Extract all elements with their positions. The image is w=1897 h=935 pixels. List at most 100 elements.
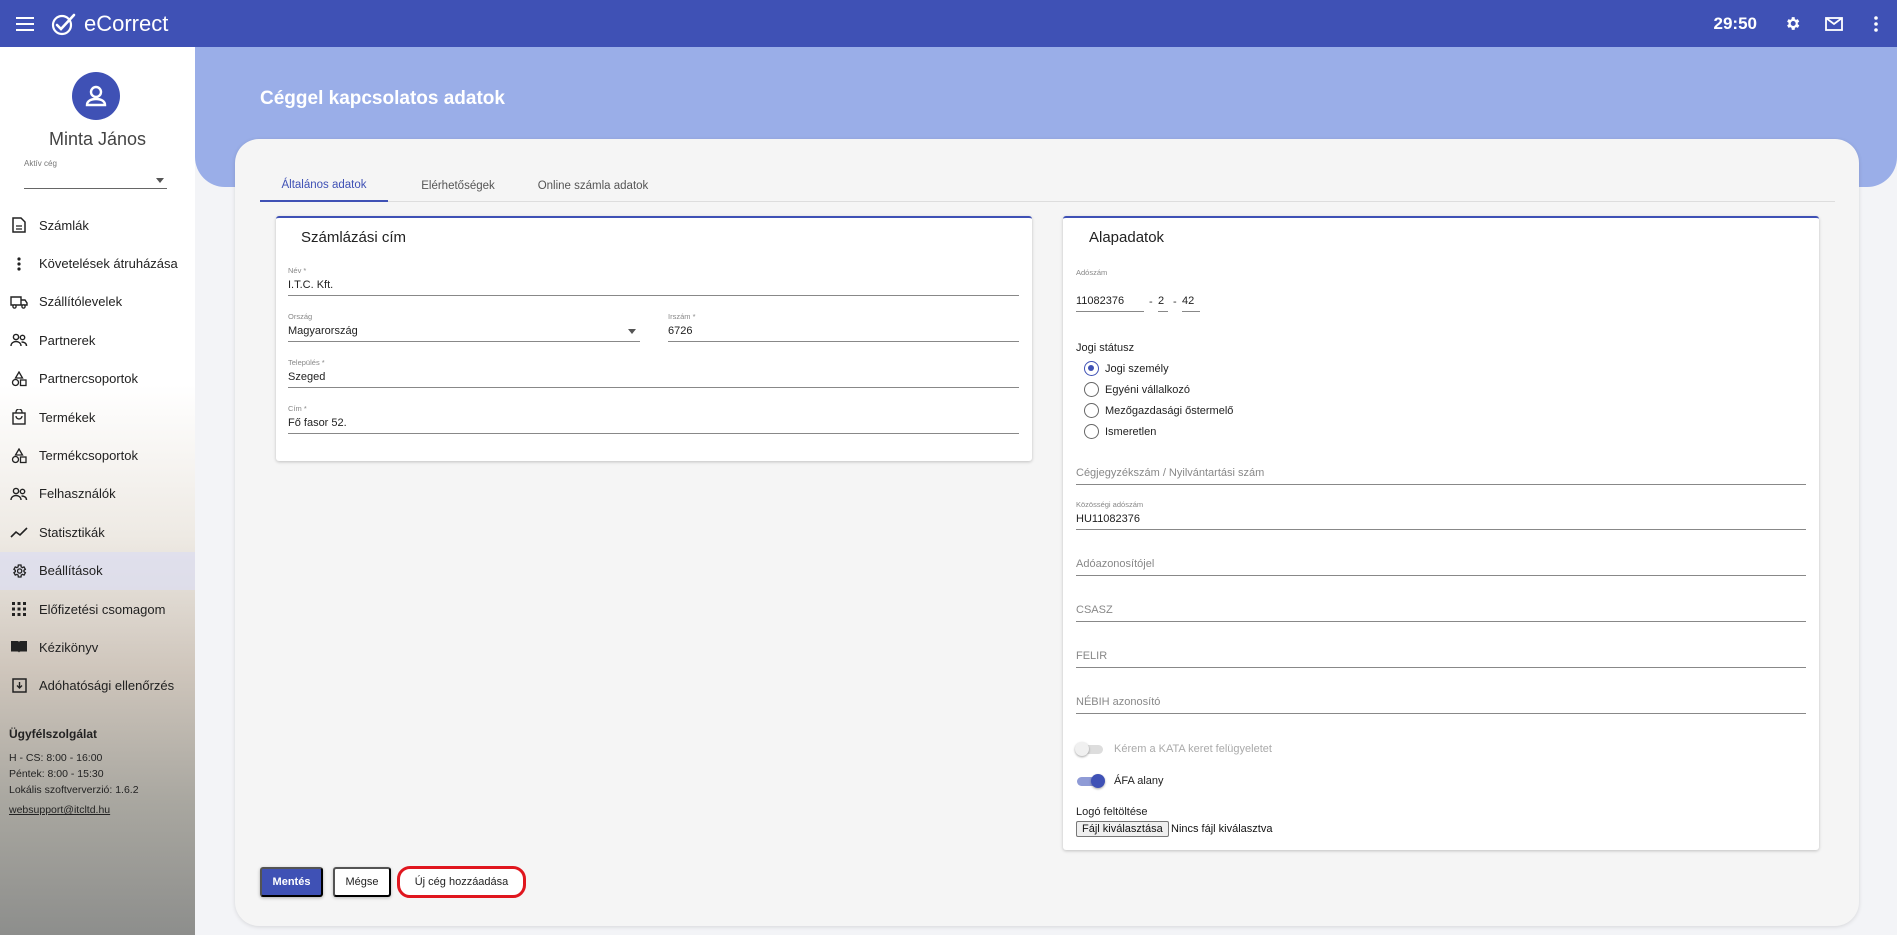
file-choose-button[interactable]: Fájl kiválasztása (1076, 821, 1169, 837)
sidebar-item-label: Felhasználók (39, 486, 116, 502)
support-info: Ügyfélszolgálat H - CS: 8:00 - 16:00 Pén… (9, 727, 139, 816)
logo-upload-label: Logó feltöltése (1076, 806, 1148, 818)
book-icon (10, 638, 28, 656)
sidebar-item-termekek[interactable]: Termékek (0, 398, 195, 436)
sidebar-item-label: Partnercsoportok (39, 371, 138, 387)
radio-button-checked[interactable] (1084, 361, 1099, 376)
gear-icon (10, 562, 28, 580)
radio-ismeretlen[interactable]: Ismeretlen (1084, 424, 1156, 439)
tax-id-placeholder: Adóazonosítójel (1076, 558, 1155, 570)
name-field-value: I.T.C. Kft. (288, 279, 334, 291)
felir-field[interactable]: FELIR (1076, 645, 1806, 668)
radio-button[interactable] (1084, 403, 1099, 418)
shapes-icon (10, 447, 28, 465)
sidebar-item-kezikonyv[interactable]: Kézikönyv (0, 628, 195, 666)
felir-placeholder: FELIR (1076, 650, 1108, 662)
tax-number-part2[interactable]: 2 (1158, 292, 1168, 312)
csasz-field[interactable]: CSASZ (1076, 599, 1806, 622)
sidebar-item-partnerek[interactable]: Partnerek (0, 321, 195, 359)
tax-separator: - (1173, 296, 1177, 308)
sidebar-item-szallitolevelek[interactable]: Szállítólevelek (0, 283, 195, 321)
sidebar-item-partnercsoportok[interactable]: Partnercsoportok (0, 360, 195, 398)
people-icon (10, 485, 28, 503)
sidebar-item-beallitasok[interactable]: Beállítások (0, 551, 195, 590)
grid-icon (10, 600, 28, 618)
tax-number-part1[interactable]: 11082376 (1076, 292, 1144, 312)
name-field[interactable]: Név * I.T.C. Kft. (288, 264, 1019, 296)
sidebar-item-koveteles-atruhazas[interactable]: Követelések átruházása (0, 244, 195, 282)
tax-number-part1-value: 11082376 (1076, 295, 1125, 307)
sidebar-item-label: Szállítólevelek (39, 294, 123, 310)
sidebar-item-label: Követelések átruházása (39, 256, 178, 272)
avatar[interactable] (72, 72, 120, 120)
tax-number-part3[interactable]: 42 (1182, 292, 1200, 312)
eu-tax-number-field[interactable]: Közösségi adószám HU11082376 (1076, 498, 1806, 530)
support-hours-friday: Péntek: 8:00 - 15:30 (9, 768, 104, 780)
sidebar-item-label: Partnerek (39, 332, 96, 348)
billing-panel-title: Számlázási cím (301, 229, 407, 246)
radio-label: Jogi személy (1105, 362, 1169, 375)
radio-button[interactable] (1084, 424, 1099, 439)
tax-id-field[interactable]: Adóazonosítójel (1076, 553, 1806, 576)
radio-button[interactable] (1084, 382, 1099, 397)
country-select-value: Magyarország (288, 325, 358, 337)
tax-number-label: Adószám (1076, 268, 1108, 277)
country-select[interactable]: Ország Magyarország (288, 310, 640, 342)
radio-egyeni-vallalkozo[interactable]: Egyéni vállalkozó (1084, 382, 1190, 397)
tab-altalanos-adatok[interactable]: Általános adatok (260, 169, 388, 202)
nebih-placeholder: NÉBIH azonosító (1076, 696, 1161, 708)
zip-field[interactable]: Irszám * 6726 (668, 310, 1019, 342)
city-field-label: Település * (288, 358, 325, 367)
csasz-placeholder: CSASZ (1076, 604, 1113, 616)
app-logo[interactable]: eCorrect (50, 11, 168, 37)
address-field-label: Cím * (288, 404, 307, 413)
afa-toggle[interactable] (1075, 774, 1105, 788)
shapes-icon (10, 370, 28, 388)
sidebar-item-adohatosagi[interactable]: Adóhatósági ellenőrzés (0, 667, 195, 705)
more-vert-icon[interactable] (1855, 0, 1897, 47)
user-name: Minta János (48, 129, 147, 149)
truck-icon (10, 293, 28, 311)
registration-number-placeholder: Cégjegyzékszám / Nyilvántartási szám (1076, 467, 1265, 479)
chevron-down-icon (156, 178, 164, 183)
trending-icon (10, 523, 28, 541)
radio-mezogazdasagi-ostermelo[interactable]: Mezőgazdasági őstermelő (1084, 403, 1233, 418)
people-icon (10, 331, 28, 349)
support-hours-weekdays: H - CS: 8:00 - 16:00 (9, 752, 103, 764)
radio-label: Ismeretlen (1105, 425, 1157, 438)
page-title: Céggel kapcsolatos adatok (260, 88, 505, 109)
support-email-link[interactable]: websupport@itcltd.hu (9, 804, 139, 816)
tab-online-szamla-adatok[interactable]: Online számla adatok (528, 169, 658, 202)
nebih-field[interactable]: NÉBIH azonosító (1076, 691, 1806, 714)
eu-tax-number-value: HU11082376 (1076, 513, 1141, 525)
sidebar-item-elofizetes[interactable]: Előfizetési csomagom (0, 590, 195, 628)
sidebar-item-felhasznalok[interactable]: Felhasználók (0, 475, 195, 513)
menu-icon[interactable] (0, 0, 50, 47)
name-field-label: Név * (288, 266, 307, 275)
tab-elerhetosegek[interactable]: Elérhetőségek (398, 169, 518, 202)
gear-icon[interactable] (1771, 0, 1813, 47)
sidebar-item-statisztikak[interactable]: Statisztikák (0, 513, 195, 551)
city-field[interactable]: Település * Szeged (288, 356, 1019, 388)
logo-check-icon (51, 13, 76, 35)
session-timer: 29:50 (1713, 13, 1757, 33)
address-field-value: Fő fasor 52. (288, 417, 347, 429)
sidebar-item-szamlak[interactable]: Számlák (0, 206, 195, 244)
radio-jogi-szemely[interactable]: Jogi személy (1084, 361, 1169, 376)
sidebar-item-termekcsoportok[interactable]: Termékcsoportok (0, 436, 195, 474)
address-field[interactable]: Cím * Fő fasor 52. (288, 402, 1019, 434)
kata-toggle[interactable] (1075, 742, 1105, 756)
eu-tax-number-label: Közösségi adószám (1076, 500, 1144, 509)
radio-label: Egyéni vállalkozó (1105, 383, 1190, 396)
mail-icon[interactable] (1813, 0, 1855, 47)
sidebar-item-label: Termékcsoportok (39, 448, 138, 464)
country-select-label: Ország (288, 312, 313, 321)
add-company-button[interactable]: Új cég hozzáadása (397, 866, 526, 898)
save-button[interactable]: Mentés (260, 867, 323, 897)
active-company-select[interactable] (24, 171, 167, 189)
cancel-button[interactable]: Mégse (333, 867, 391, 897)
registration-number-field[interactable]: Cégjegyzékszám / Nyilvántartási szám (1076, 462, 1806, 485)
archive-icon (10, 677, 28, 695)
support-title: Ügyfélszolgálat (9, 727, 98, 741)
sidebar-item-label: Kézikönyv (39, 639, 99, 655)
